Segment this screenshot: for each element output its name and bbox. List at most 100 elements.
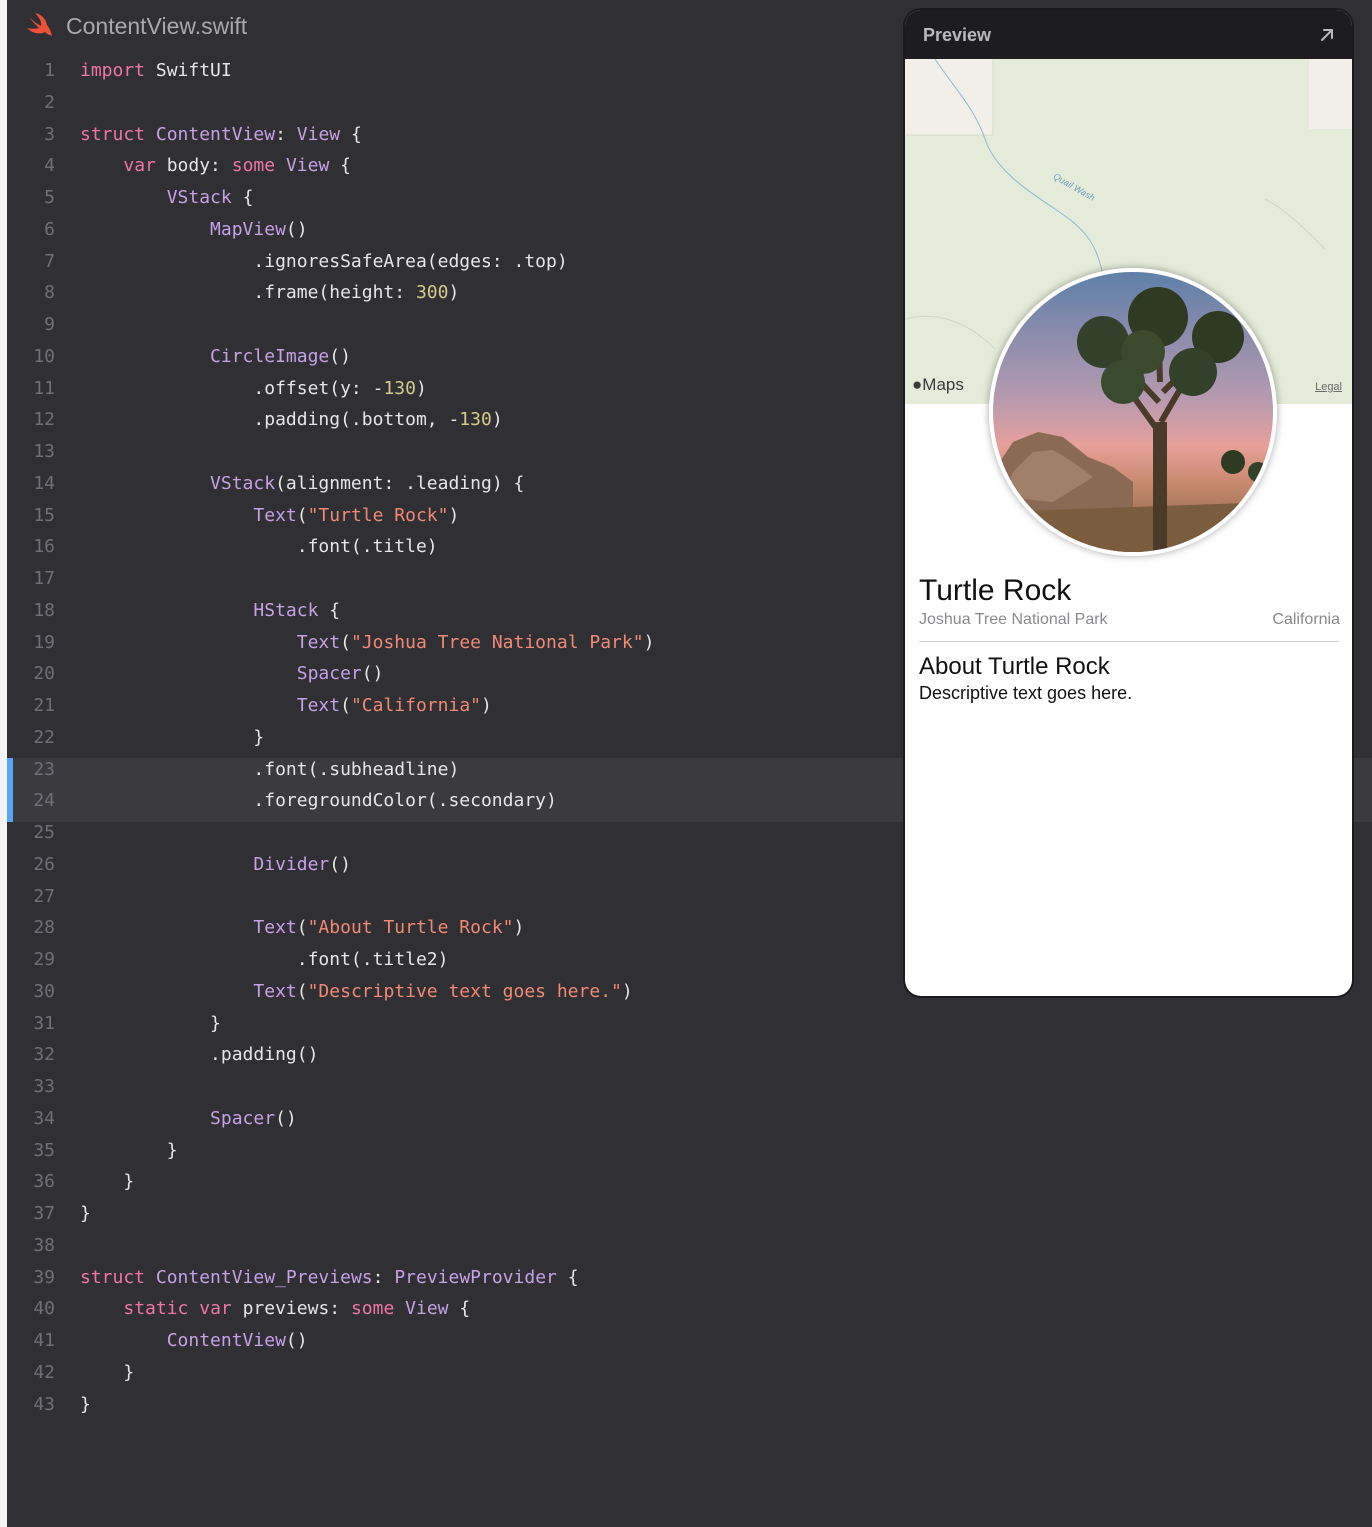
- code-line[interactable]: }: [80, 1362, 134, 1383]
- line-number: 41: [33, 1330, 55, 1351]
- line-number: 6: [44, 219, 55, 240]
- code-line[interactable]: VStack(alignment: .leading) {: [80, 473, 524, 494]
- code-line[interactable]: }: [80, 1171, 134, 1192]
- code-token: {: [448, 1298, 471, 1319]
- code-line[interactable]: .padding(.bottom, -130): [80, 409, 502, 430]
- code-line[interactable]: }: [80, 1203, 91, 1224]
- code-line[interactable]: Text("About Turtle Rock"): [80, 917, 524, 938]
- code-line[interactable]: static var previews: some View {: [80, 1298, 470, 1319]
- code-line[interactable]: CircleImage(): [80, 346, 351, 367]
- code-token: 130: [383, 378, 416, 399]
- code-line[interactable]: Text("Turtle Rock"): [80, 505, 459, 526]
- code-token: .padding(): [80, 1044, 319, 1065]
- code-line[interactable]: struct ContentView: View {: [80, 124, 362, 145]
- arrow-up-right-icon[interactable]: [1316, 24, 1338, 46]
- line-number: 34: [33, 1108, 55, 1129]
- code-line[interactable]: .ignoresSafeArea(edges: .top): [80, 251, 567, 272]
- code-token: .font(.subheadline): [80, 759, 460, 780]
- code-token: Text: [253, 981, 297, 1002]
- code-line[interactable]: Text("Descriptive text goes here."): [80, 981, 632, 1002]
- code-line[interactable]: var body: some View {: [80, 155, 351, 176]
- code-line[interactable]: .padding(): [80, 1044, 318, 1065]
- line-number: 38: [33, 1235, 55, 1256]
- code-line[interactable]: ContentView(): [80, 1330, 308, 1351]
- code-token: ContentView: [166, 1330, 286, 1351]
- line-number: 40: [33, 1298, 55, 1319]
- code-token: "Descriptive text goes here.": [307, 981, 622, 1002]
- code-line[interactable]: Divider(): [80, 854, 351, 875]
- code-token: Divider: [253, 854, 330, 875]
- file-header: ContentView.swift: [24, 10, 247, 42]
- code-line[interactable]: .font(.title): [80, 536, 438, 557]
- code-token: .frame(height:: [80, 282, 416, 303]
- code-line[interactable]: }: [80, 1140, 178, 1161]
- preview-canvas[interactable]: Preview Quail Wash ●Maps Legal Turtle Ro…: [905, 10, 1352, 996]
- line-number: 25: [33, 822, 55, 843]
- code-token: }: [80, 1140, 178, 1161]
- line-number: 7: [44, 251, 55, 272]
- code-token: }: [80, 727, 265, 748]
- line-number: 33: [33, 1076, 55, 1097]
- code-line[interactable]: .offset(y: -130): [80, 378, 426, 399]
- file-name[interactable]: ContentView.swift: [66, 13, 247, 40]
- code-token: (): [285, 1330, 308, 1351]
- code-token: .padding(.bottom, -: [80, 409, 460, 430]
- line-number: 5: [44, 187, 55, 208]
- code-line[interactable]: .frame(height: 300): [80, 282, 459, 303]
- code-token: (: [296, 917, 308, 938]
- code-token: }: [80, 1203, 91, 1224]
- code-line[interactable]: Spacer(): [80, 663, 384, 684]
- code-line[interactable]: .font(.title2): [80, 949, 449, 970]
- code-line[interactable]: Text("California"): [80, 695, 492, 716]
- line-number: 20: [33, 663, 55, 684]
- code-token: {: [340, 124, 362, 145]
- code-line[interactable]: MapView(): [80, 219, 308, 240]
- line-number: 24: [33, 790, 55, 811]
- legal-link[interactable]: Legal: [1315, 381, 1342, 393]
- code-token: }: [80, 1171, 135, 1192]
- apple-logo-icon: ●: [912, 375, 923, 394]
- code-line[interactable]: VStack {: [80, 187, 254, 208]
- code-token: body:: [155, 155, 232, 176]
- code-line[interactable]: HStack {: [80, 600, 340, 621]
- preview-header: Preview: [905, 10, 1352, 59]
- code-token: CircleImage: [210, 346, 330, 367]
- line-number: 13: [33, 441, 55, 462]
- code-line[interactable]: struct ContentView_Previews: PreviewProv…: [80, 1267, 579, 1288]
- state-name: California: [1272, 611, 1340, 628]
- code-line[interactable]: Spacer(): [80, 1108, 297, 1129]
- line-number: 4: [44, 155, 55, 176]
- code-line[interactable]: }: [80, 1394, 91, 1415]
- line-number: 17: [33, 568, 55, 589]
- code-token: HStack: [253, 600, 319, 621]
- code-token: ): [448, 282, 460, 303]
- line-number: 31: [33, 1013, 55, 1034]
- code-token: Spacer: [210, 1108, 276, 1129]
- line-number: 29: [33, 949, 55, 970]
- code-line[interactable]: .font(.subheadline): [80, 759, 459, 780]
- code-line[interactable]: .foregroundColor(.secondary): [80, 790, 556, 811]
- line-number: 11: [33, 378, 55, 399]
- code-token: {: [556, 1267, 579, 1288]
- code-token: ): [643, 632, 655, 653]
- code-line[interactable]: }: [80, 727, 264, 748]
- code-token: "About Turtle Rock": [307, 917, 514, 938]
- code-token: ContentView: [155, 124, 276, 145]
- code-line[interactable]: }: [80, 1013, 221, 1034]
- description-text: Descriptive text goes here.: [919, 683, 1133, 703]
- code-token: SwiftUI: [145, 60, 232, 81]
- line-number: 32: [33, 1044, 55, 1065]
- code-token: (alignment: .leading) {: [275, 473, 525, 494]
- code-line[interactable]: import SwiftUI: [80, 60, 232, 81]
- code-line[interactable]: Text("Joshua Tree National Park"): [80, 632, 655, 653]
- line-number: 23: [33, 759, 55, 780]
